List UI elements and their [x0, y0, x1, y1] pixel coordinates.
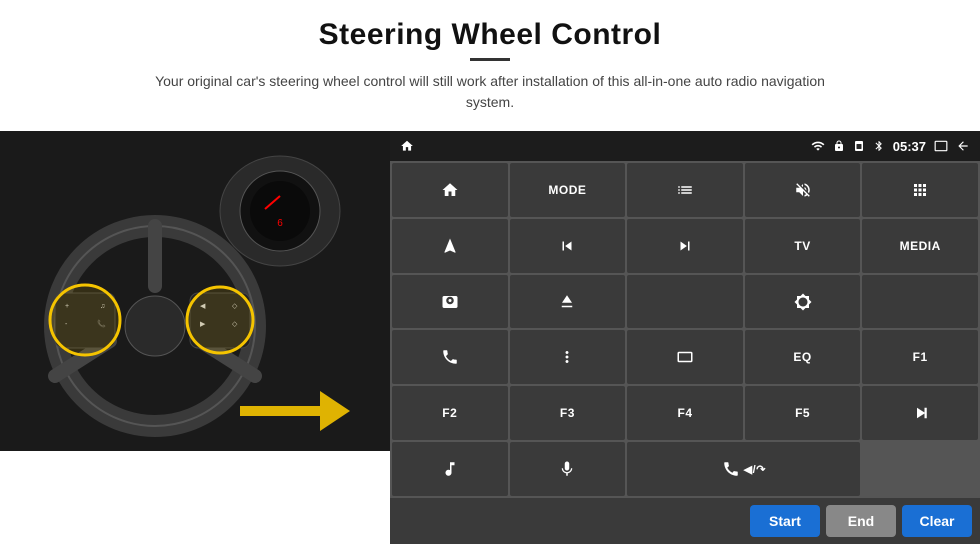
btn-home[interactable]	[392, 163, 508, 217]
btn-swipe[interactable]	[510, 330, 626, 384]
btn-rect[interactable]	[627, 330, 743, 384]
btn-music[interactable]	[392, 442, 508, 496]
btn-next[interactable]	[627, 219, 743, 273]
btn-list[interactable]	[627, 163, 743, 217]
title-divider	[470, 58, 510, 61]
btn-playpause[interactable]	[862, 386, 978, 440]
btn-tv[interactable]: TV	[745, 219, 861, 273]
btn-media[interactable]: MEDIA	[862, 219, 978, 273]
btn-f5[interactable]: F5	[745, 386, 861, 440]
btn-dvd[interactable]	[862, 275, 978, 329]
btn-eq[interactable]: EQ	[745, 330, 861, 384]
back-icon	[956, 139, 970, 153]
page-title: Steering Wheel Control	[40, 18, 940, 52]
page-wrapper: Steering Wheel Control Your original car…	[0, 0, 980, 544]
btn-360cam[interactable]: 360	[392, 275, 508, 329]
btn-brightness[interactable]	[745, 275, 861, 329]
btn-prev[interactable]	[510, 219, 626, 273]
radio-panel: 05:37 MODE	[390, 131, 980, 544]
car-image-inner: 6 + ♫ - 📞	[0, 131, 390, 451]
bluetooth-icon	[873, 140, 885, 152]
wifi-icon	[811, 139, 825, 153]
btn-radio[interactable]	[627, 275, 743, 329]
btn-phone[interactable]	[392, 330, 508, 384]
bottom-bar: Start End Clear	[390, 498, 980, 544]
btn-f2[interactable]: F2	[392, 386, 508, 440]
time-display: 05:37	[893, 139, 926, 154]
subtitle: Your original car's steering wheel contr…	[140, 71, 840, 113]
btn-mode[interactable]: MODE	[510, 163, 626, 217]
btn-callend[interactable]: ◀/↷	[627, 442, 860, 496]
start-button[interactable]: Start	[750, 505, 820, 537]
screen-icon	[934, 139, 948, 153]
clear-button[interactable]: Clear	[902, 505, 972, 537]
btn-f4[interactable]: F4	[627, 386, 743, 440]
end-button[interactable]: End	[826, 505, 896, 537]
car-image: 6 + ♫ - 📞	[0, 131, 390, 451]
btn-eject[interactable]	[510, 275, 626, 329]
content-row: 6 + ♫ - 📞	[0, 131, 980, 544]
btn-mic[interactable]	[510, 442, 626, 496]
header-section: Steering Wheel Control Your original car…	[0, 0, 980, 121]
home-status-icon	[400, 139, 414, 153]
panel-grid: MODE TV	[390, 161, 980, 498]
status-left	[400, 139, 414, 153]
status-bar: 05:37	[390, 131, 980, 161]
btn-f1[interactable]: F1	[862, 330, 978, 384]
btn-f3[interactable]: F3	[510, 386, 626, 440]
lock-icon	[833, 140, 845, 152]
sim-icon	[853, 140, 865, 152]
svg-text:360: 360	[445, 305, 451, 309]
status-right: 05:37	[811, 139, 970, 154]
svg-text:6: 6	[277, 218, 283, 229]
btn-apps[interactable]	[862, 163, 978, 217]
btn-nav[interactable]	[392, 219, 508, 273]
btn-mute[interactable]	[745, 163, 861, 217]
